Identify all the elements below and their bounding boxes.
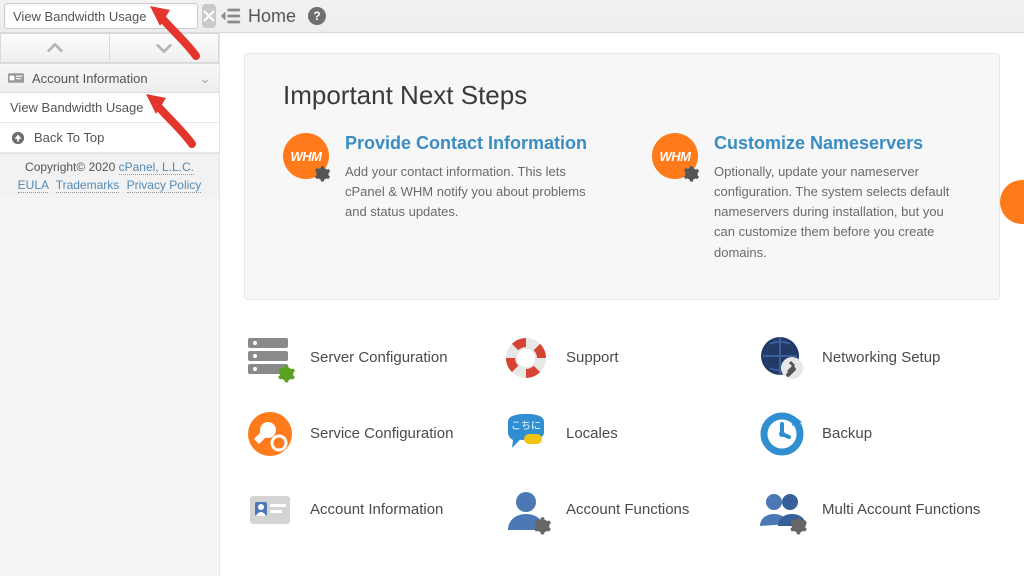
company-link[interactable]: cPanel, L.L.C. <box>119 160 194 175</box>
gear-icon <box>682 165 700 183</box>
whm-badge-icon: WHM <box>283 133 329 179</box>
users-gear-icon <box>758 486 806 534</box>
category-account-functions[interactable]: Account Functions <box>502 486 738 534</box>
footer-links: EULA Trademarks Privacy Policy <box>8 178 211 192</box>
hamburger-arrow-icon <box>220 7 242 25</box>
card-title: Important Next Steps <box>283 80 961 111</box>
sidebar-item-label: View Bandwidth Usage <box>10 100 143 115</box>
category-server-configuration[interactable]: Server Configuration <box>246 334 482 382</box>
footer-link-privacy[interactable]: Privacy Policy <box>127 178 202 193</box>
category-backup[interactable]: Backup <box>758 410 994 458</box>
category-label: Account Functions <box>566 501 689 518</box>
gear-icon <box>788 516 808 536</box>
gear-icon <box>276 364 296 384</box>
step-heading[interactable]: Provide Contact Information <box>345 133 592 154</box>
footer-link-trademarks[interactable]: Trademarks <box>56 178 120 193</box>
chevron-down-icon: ⌄ <box>199 70 211 87</box>
step-description: Add your contact information. This lets … <box>345 162 592 222</box>
svg-text:こちに: こちに <box>511 420 541 432</box>
breadcrumb: Home ? <box>210 0 326 32</box>
category-locales[interactable]: こちに Locales <box>502 410 738 458</box>
footer-link-eula[interactable]: EULA <box>18 178 49 193</box>
category-label: Locales <box>566 425 618 442</box>
category-support[interactable]: Support <box>502 334 738 382</box>
gear-icon <box>313 165 331 183</box>
arrow-up-icon <box>10 130 26 146</box>
clock-arrow-icon <box>758 410 806 458</box>
account-card-icon <box>8 71 24 85</box>
annotation-arrow-icon <box>146 0 202 62</box>
account-card-icon <box>246 486 294 534</box>
category-networking-setup[interactable]: Networking Setup <box>758 334 994 382</box>
category-label: Networking Setup <box>822 349 940 366</box>
breadcrumb-current[interactable]: Home <box>248 6 296 27</box>
step-heading[interactable]: Customize Nameservers <box>714 133 961 154</box>
wrench-gear-icon <box>246 410 294 458</box>
category-grid: Server Configuration Support <box>244 328 1000 534</box>
annotation-arrow-icon <box>142 88 198 150</box>
category-label: Server Configuration <box>310 349 448 366</box>
server-config-icon <box>246 334 294 382</box>
category-account-information[interactable]: Account Information <box>246 486 482 534</box>
category-label: Service Configuration <box>310 425 453 442</box>
step-provide-contact-information: WHM Provide Contact Information Add your… <box>283 133 592 263</box>
step-customize-nameservers: WHM Customize Nameservers Optionally, up… <box>652 133 961 263</box>
category-service-configuration[interactable]: Service Configuration <box>246 410 482 458</box>
lifebuoy-icon <box>502 334 550 382</box>
collapse-all-button[interactable] <box>0 33 109 63</box>
help-button[interactable]: ? <box>308 7 326 25</box>
category-label: Backup <box>822 425 872 442</box>
step-description: Optionally, update your nameserver confi… <box>714 162 961 263</box>
speech-bubble-icon: こちに <box>502 410 550 458</box>
user-gear-icon <box>502 486 550 534</box>
category-label: Support <box>566 349 619 366</box>
sidebar-group-label: Account Information <box>32 71 191 86</box>
whm-badge-icon: WHM <box>652 133 698 179</box>
globe-icon <box>758 334 806 382</box>
next-steps-card: Important Next Steps WHM Provide Contact… <box>244 53 1000 300</box>
copyright-line: Copyright© 2020 cPanel, L.L.C. <box>8 160 211 174</box>
category-multi-account-functions[interactable]: Multi Account Functions <box>758 486 994 534</box>
menu-toggle-button[interactable] <box>220 7 242 25</box>
whm-badge-icon <box>1000 180 1024 224</box>
category-label: Multi Account Functions <box>822 501 980 518</box>
main-content: Important Next Steps WHM Provide Contact… <box>220 33 1024 576</box>
gear-icon <box>532 516 552 536</box>
sidebar-footer: Copyright© 2020 cPanel, L.L.C. EULA Trad… <box>0 153 219 198</box>
sidebar-item-label: Back To Top <box>34 130 104 145</box>
chevron-up-icon <box>46 41 64 55</box>
category-label: Account Information <box>310 501 443 518</box>
